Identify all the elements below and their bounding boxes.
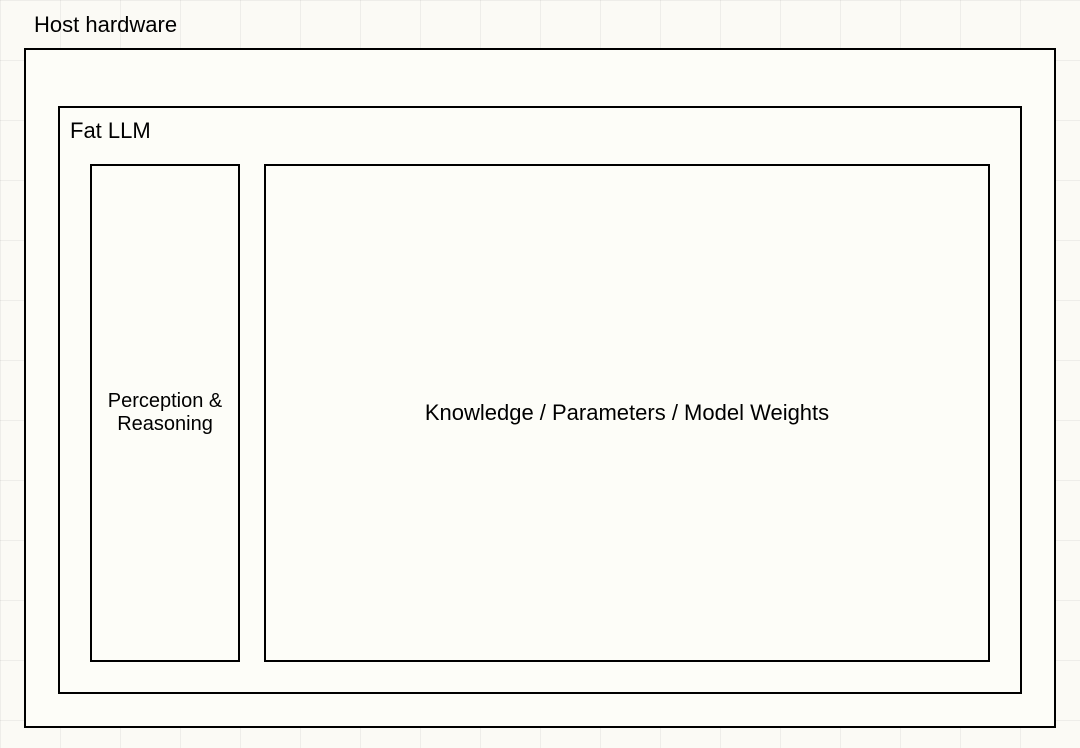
fat-llm-label: Fat LLM: [70, 118, 151, 144]
fat-llm-inner-row: Perception & Reasoning Knowledge / Param…: [90, 164, 990, 662]
host-hardware-label: Host hardware: [30, 12, 181, 38]
host-hardware-box: Fat LLM Perception & Reasoning Knowledge…: [24, 48, 1056, 728]
perception-reasoning-box: Perception & Reasoning: [90, 164, 240, 662]
fat-llm-box: Fat LLM Perception & Reasoning Knowledge…: [58, 106, 1022, 694]
knowledge-weights-box: Knowledge / Parameters / Model Weights: [264, 164, 990, 662]
perception-reasoning-label: Perception & Reasoning: [100, 390, 230, 436]
knowledge-weights-label: Knowledge / Parameters / Model Weights: [425, 400, 829, 426]
